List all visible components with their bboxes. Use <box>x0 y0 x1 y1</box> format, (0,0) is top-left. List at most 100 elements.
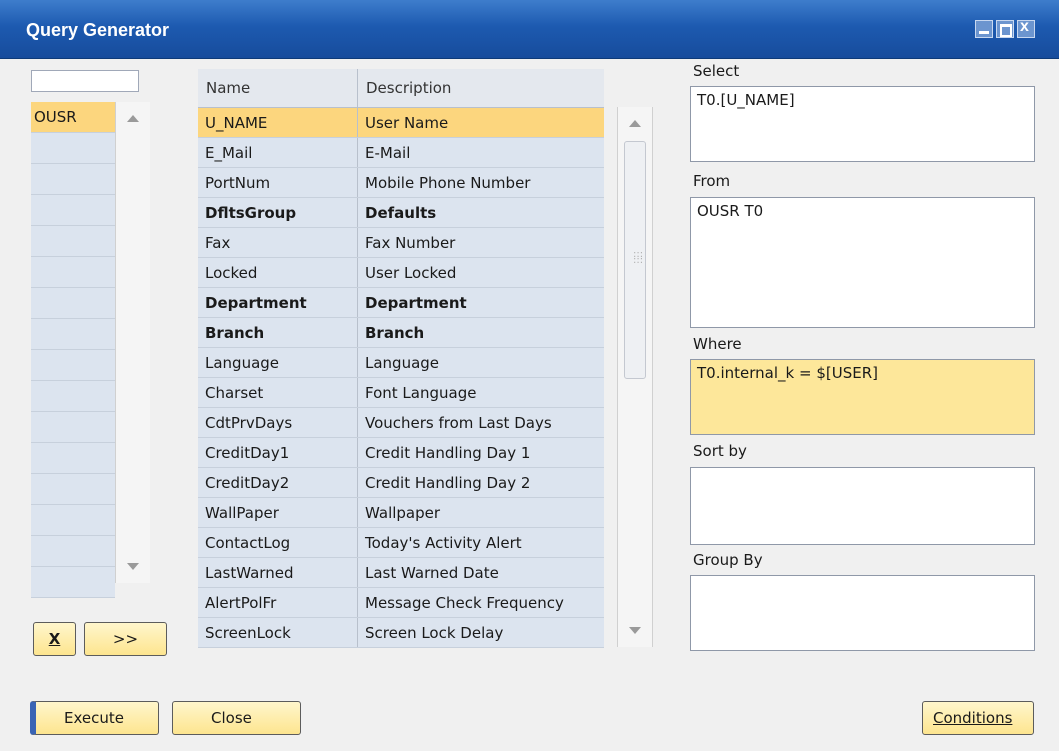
field-row[interactable]: WallPaper Wallpaper <box>198 498 604 528</box>
field-description-cell: Vouchers from Last Days <box>365 414 552 432</box>
from-field[interactable]: OUSR T0 <box>690 197 1035 328</box>
field-description-cell: Credit Handling Day 2 <box>365 474 531 492</box>
table-list-item[interactable] <box>31 288 115 319</box>
field-name-cell: Department <box>198 288 358 317</box>
field-description-cell: E-Mail <box>365 144 411 162</box>
where-field[interactable]: T0.internal_k = $[USER] <box>690 359 1035 435</box>
minimize-icon[interactable] <box>975 20 993 38</box>
scroll-up-icon[interactable] <box>127 115 139 122</box>
description-column-header[interactable]: Description <box>358 69 604 107</box>
query-generator-window: Query Generator x OUSR X >> Name Descrip… <box>0 0 1059 751</box>
field-name-cell: CdtPrvDays <box>198 408 358 437</box>
conditions-button[interactable]: Conditions <box>922 701 1034 735</box>
table-search-input[interactable] <box>31 70 139 92</box>
field-name-cell: E_Mail <box>198 138 358 167</box>
fields-grid-body: U_NAME User Name E_Mail E-Mail PortNum Mobile… <box>198 108 604 648</box>
field-description-cell: Font Language <box>365 384 477 402</box>
field-name-cell: LastWarned <box>198 558 358 587</box>
table-list-item[interactable] <box>31 133 115 164</box>
field-name-cell: ContactLog <box>198 528 358 557</box>
field-row[interactable]: DfltsGroup Defaults <box>198 198 604 228</box>
field-description-cell: Credit Handling Day 1 <box>365 444 531 462</box>
table-list-item[interactable] <box>31 226 115 257</box>
field-row[interactable]: Locked User Locked <box>198 258 604 288</box>
name-column-header[interactable]: Name <box>198 69 358 107</box>
sort-by-label: Sort by <box>693 442 747 460</box>
execute-button[interactable]: Execute <box>30 701 159 735</box>
add-table-button[interactable]: >> <box>84 622 167 656</box>
from-label: From <box>693 172 731 190</box>
field-description-cell: Department <box>365 294 467 312</box>
field-description-cell: Last Warned Date <box>365 564 499 582</box>
field-row[interactable]: AlertPolFr Message Check Frequency <box>198 588 604 618</box>
table-list-item[interactable] <box>31 536 115 567</box>
field-row[interactable]: ScreenLock Screen Lock Delay <box>198 618 604 648</box>
field-description-cell: User Locked <box>365 264 457 282</box>
field-name-cell: PortNum <box>198 168 358 197</box>
close-button[interactable]: Close <box>172 701 301 735</box>
table-list-item[interactable] <box>31 257 115 288</box>
field-row[interactable]: Branch Branch <box>198 318 604 348</box>
field-description-cell: Mobile Phone Number <box>365 174 531 192</box>
group-by-field[interactable] <box>690 575 1035 651</box>
field-name-cell: Language <box>198 348 358 377</box>
field-row[interactable]: CreditDay2 Credit Handling Day 2 <box>198 468 604 498</box>
field-row[interactable]: CreditDay1 Credit Handling Day 1 <box>198 438 604 468</box>
table-list-item[interactable]: OUSR <box>31 102 115 133</box>
table-list: OUSR <box>31 102 115 598</box>
field-name-cell: Fax <box>198 228 358 257</box>
field-description-cell: Today's Activity Alert <box>365 534 522 552</box>
field-row[interactable]: E_Mail E-Mail <box>198 138 604 168</box>
table-list-item[interactable] <box>31 474 115 505</box>
sort-by-field[interactable] <box>690 467 1035 545</box>
maximize-icon[interactable] <box>996 20 1014 38</box>
field-row[interactable]: Fax Fax Number <box>198 228 604 258</box>
table-list-item[interactable] <box>31 164 115 195</box>
field-name-cell: AlertPolFr <box>198 588 358 617</box>
table-list-item[interactable] <box>31 319 115 350</box>
field-row[interactable]: LastWarned Last Warned Date <box>198 558 604 588</box>
field-description-cell: Branch <box>365 324 425 342</box>
field-description-cell: Screen Lock Delay <box>365 624 504 642</box>
group-by-label: Group By <box>693 551 763 569</box>
fields-grid-header: Name Description <box>198 69 604 108</box>
table-list-item[interactable] <box>31 443 115 474</box>
field-row[interactable]: ContactLog Today's Activity Alert <box>198 528 604 558</box>
table-list-item[interactable] <box>31 412 115 443</box>
grip-icon: :::::: <box>633 249 644 266</box>
close-window-icon[interactable]: x <box>1017 18 1035 38</box>
field-description-cell: Defaults <box>365 204 437 222</box>
table-list-item[interactable] <box>31 350 115 381</box>
table-list-item[interactable] <box>31 567 115 598</box>
fields-grid: Name Description U_NAME User Name E_Mail E-… <box>198 69 604 648</box>
scrollbar-thumb[interactable]: :::::: <box>624 141 646 379</box>
field-description-cell: Wallpaper <box>365 504 441 522</box>
fields-grid-scrollbar[interactable]: :::::: <box>617 107 653 647</box>
field-name-cell: ScreenLock <box>198 618 358 647</box>
field-row[interactable]: Department Department <box>198 288 604 318</box>
scroll-down-icon[interactable] <box>629 627 641 634</box>
field-name-cell: Charset <box>198 378 358 407</box>
select-field[interactable]: T0.[U_NAME] <box>690 86 1035 162</box>
field-name-cell: CreditDay2 <box>198 468 358 497</box>
select-label: Select <box>693 62 740 80</box>
field-name-cell: U_NAME <box>198 108 358 137</box>
remove-table-button[interactable]: X <box>33 622 76 656</box>
table-list-item[interactable] <box>31 381 115 412</box>
field-row[interactable]: CdtPrvDays Vouchers from Last Days <box>198 408 604 438</box>
window-title: Query Generator <box>26 20 170 40</box>
scroll-down-icon[interactable] <box>127 563 139 570</box>
field-name-cell: CreditDay1 <box>198 438 358 467</box>
field-description-cell: User Name <box>365 114 449 132</box>
scroll-up-icon[interactable] <box>629 120 641 127</box>
field-row[interactable]: Charset Font Language <box>198 378 604 408</box>
where-label: Where <box>693 335 742 353</box>
field-row[interactable]: PortNum Mobile Phone Number <box>198 168 604 198</box>
table-list-item[interactable] <box>31 505 115 536</box>
field-row[interactable]: U_NAME User Name <box>198 108 604 138</box>
field-row[interactable]: Language Language <box>198 348 604 378</box>
table-list-item[interactable] <box>31 195 115 226</box>
field-name-cell: Branch <box>198 318 358 347</box>
title-bar[interactable]: Query Generator x <box>0 0 1059 59</box>
table-list-scrollbar[interactable] <box>115 102 150 583</box>
